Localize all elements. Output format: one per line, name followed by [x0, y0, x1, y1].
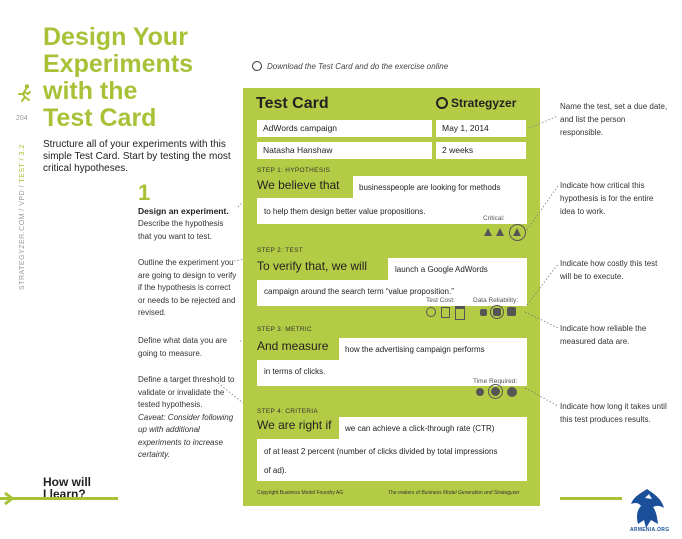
reliability-mid-icon[interactable] — [493, 308, 501, 316]
due-date-field[interactable]: May 1, 2014 — [436, 120, 526, 137]
watermark-text: ARMENIA.ORG — [630, 527, 670, 533]
criteria-line2[interactable]: of at least 2 percent (number of clicks … — [264, 447, 497, 456]
critical-label: Critical: — [483, 215, 505, 222]
cost-low-icon[interactable] — [426, 307, 436, 317]
step2-label: STEP 2: TEST — [257, 247, 303, 254]
cost-mid-icon[interactable] — [441, 307, 450, 318]
card-footer-tagline: The makers of Business Model Generation … — [388, 490, 520, 496]
person-field[interactable]: Natasha Hanshaw — [257, 142, 432, 159]
card-title: Test Card — [256, 95, 329, 112]
time-mid-icon[interactable] — [491, 387, 500, 396]
page-title: Design Your Experiments with the Test Ca… — [43, 23, 194, 132]
left-arrow-line — [0, 497, 118, 500]
metric-line1[interactable]: how the advertising campaign performs — [345, 345, 485, 354]
download-icon — [252, 61, 262, 71]
strategyzer-logo: Strategyzer — [436, 96, 516, 110]
note-name-test: Name the test, set a due date, and list … — [560, 102, 668, 137]
time-low-icon[interactable] — [476, 388, 484, 396]
data-reliability-label: Data Reliability: — [473, 297, 519, 304]
step1-lead: We believe that — [257, 178, 340, 192]
test-line2[interactable]: campaign around the search term “value p… — [264, 287, 454, 296]
step4-label: STEP 4: CRITERIA — [257, 408, 319, 415]
step4-lead: We are right if — [257, 418, 332, 432]
side-breadcrumb: STRATEGYZER.COM / VPD / TEST / 3.2 — [19, 144, 26, 290]
note-reliable: Indicate how reliable the measured data … — [560, 324, 647, 346]
step4-box-bottom — [257, 439, 527, 481]
step1-label: STEP 1: HYPOTHESIS — [257, 167, 331, 174]
time-high-icon[interactable] — [507, 387, 517, 397]
reliability-low-icon[interactable] — [480, 309, 487, 316]
hypothesis-line2[interactable]: to help them design better value proposi… — [264, 207, 425, 216]
download-link[interactable]: Download the Test Card and do the exerci… — [252, 61, 448, 72]
intro-text: Structure all of your experiments with t… — [43, 139, 231, 174]
step3-lead: And measure — [257, 339, 329, 353]
card-footer-copyright: Copyright Business Model Foundry AG — [257, 490, 344, 496]
right-connectors — [525, 115, 559, 407]
step3-label: STEP 3: METRIC — [257, 326, 313, 333]
page-number: 204 — [16, 115, 28, 122]
hypothesis-line1[interactable]: businesspeople are looking for methods — [359, 183, 500, 192]
critical-mid-icon[interactable] — [496, 228, 504, 236]
test-line1[interactable]: launch a Google AdWords — [395, 265, 488, 274]
step2-lead: To verify that, we will — [257, 259, 368, 273]
griffin-logo-icon — [631, 489, 664, 528]
critical-low-icon[interactable] — [484, 228, 492, 236]
runner-icon — [18, 84, 31, 102]
critical-high-icon[interactable] — [513, 228, 521, 236]
note-costly: Indicate how costly this test will be to… — [560, 259, 658, 281]
criteria-line3[interactable]: of ad). — [264, 466, 287, 475]
note-time: Indicate how long it takes until this te… — [560, 402, 667, 424]
metric-line2[interactable]: in terms of clicks. — [264, 367, 325, 376]
duration-field[interactable]: 2 weeks — [436, 142, 526, 159]
criteria-line1[interactable]: we can achieve a click-through rate (CTR… — [345, 424, 494, 433]
note-critical: Indicate how critical this hypothesis is… — [560, 181, 654, 216]
test-cost-label: Test Cost: — [426, 297, 455, 304]
cost-high-icon[interactable] — [455, 306, 465, 320]
right-line — [560, 497, 622, 500]
step-number: 1 — [138, 180, 151, 205]
strategyzer-logo-icon — [436, 96, 448, 109]
arrow-head-icon — [4, 492, 14, 505]
reliability-high-icon[interactable] — [507, 307, 516, 316]
test-name-field[interactable]: AdWords campaign — [257, 120, 432, 137]
